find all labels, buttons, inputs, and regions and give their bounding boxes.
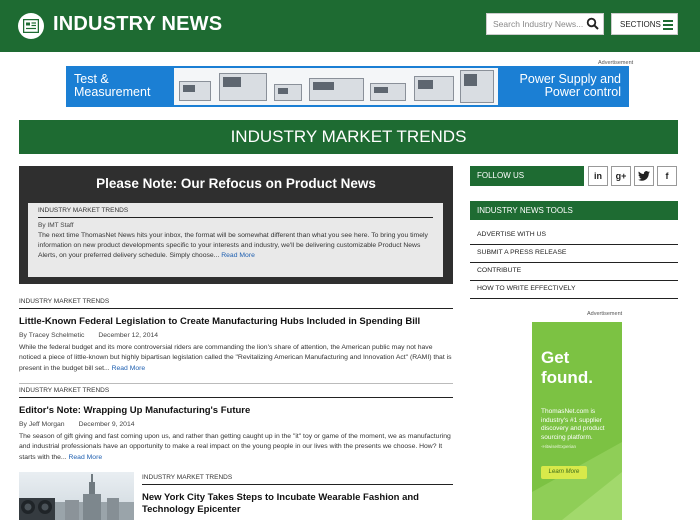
ad-credit: -Hitwise/Experian <box>541 444 577 449</box>
learn-more-button[interactable]: Learn More <box>541 466 587 479</box>
article-summary: While the federal budget and its more co… <box>19 343 453 374</box>
article-headline[interactable]: Little-Known Federal Legislation to Crea… <box>19 316 453 327</box>
ad-label: Advertisement <box>587 311 623 317</box>
article-read-more-link[interactable]: Read More <box>112 365 146 372</box>
article-item: INDUSTRY MARKET TRENDS New York City Tak… <box>142 474 453 515</box>
ad-right-line2: Power control <box>544 85 621 99</box>
article-author: By Tracey Schelmetic <box>19 332 85 339</box>
article-headline[interactable]: Editor's Note: Wrapping Up Manufacturing… <box>19 405 453 416</box>
ad-headline-line1: Get <box>541 348 570 367</box>
article-meta: By Jeff Morgan December 9, 2014 <box>19 421 453 428</box>
note-body: The next time ThomasNet News hits your i… <box>38 231 433 261</box>
news-logo-icon[interactable] <box>18 13 44 39</box>
twitter-icon[interactable] <box>634 166 654 186</box>
article-category[interactable]: INDUSTRY MARKET TRENDS <box>142 474 453 485</box>
note-category[interactable]: INDUSTRY MARKET TRENDS <box>38 207 433 218</box>
ad-text: ThomasNet.com is industry's #1 supplier … <box>541 408 605 441</box>
tool-link-advertise[interactable]: ADVERTISE WITH US <box>470 227 678 245</box>
tools-title: INDUSTRY NEWS TOOLS <box>470 201 678 220</box>
instrument-image <box>460 70 494 103</box>
ad-equipment-image <box>174 68 498 105</box>
facebook-icon[interactable]: f <box>657 166 677 186</box>
site-header: INDUSTRY NEWS SECTIONS <box>0 0 700 52</box>
note-title: Please Note: Our Refocus on Product News <box>96 176 376 191</box>
page-title: INDUSTRY MARKET TRENDS <box>19 120 678 154</box>
instrument-image <box>414 76 454 101</box>
ad-headline: Get found. <box>541 348 593 388</box>
google-plus-icon[interactable]: g+ <box>611 166 631 186</box>
article-read-more-link[interactable]: Read More <box>68 454 102 461</box>
article-headline[interactable]: New York City Takes Steps to Incubate We… <box>142 492 453 515</box>
article-item: INDUSTRY MARKET TRENDS Editor's Note: Wr… <box>19 387 453 463</box>
tool-link-how-to-write[interactable]: HOW TO WRITE EFFECTIVELY <box>470 281 678 299</box>
site-title[interactable]: INDUSTRY NEWS <box>53 13 222 36</box>
instrument-image <box>274 84 302 101</box>
linkedin-icon[interactable]: in <box>588 166 608 186</box>
article-item: INDUSTRY MARKET TRENDS Little-Known Fede… <box>19 298 453 374</box>
ad-headline-line2: found. <box>541 368 593 387</box>
instrument-image <box>179 81 211 101</box>
article-category[interactable]: INDUSTRY MARKET TRENDS <box>19 298 453 309</box>
top-ad-banner[interactable]: Test & Measurement Power Supply and Powe… <box>66 66 629 107</box>
divider <box>19 383 453 384</box>
instrument-image <box>370 83 406 101</box>
hamburger-icon <box>663 20 673 30</box>
note-author: By IMT Staff <box>38 222 74 229</box>
sidebar-ad[interactable]: Get found. ThomasNet.com is industry's #… <box>532 322 622 520</box>
tool-link-contribute[interactable]: CONTRIBUTE <box>470 263 678 281</box>
instrument-image <box>219 73 267 101</box>
search-box <box>486 13 604 35</box>
refocus-note-box: Please Note: Our Refocus on Product News… <box>19 166 453 284</box>
search-input[interactable] <box>487 14 585 34</box>
article-summary: The season of gift giving and fast comin… <box>19 432 453 463</box>
article-meta: By Tracey Schelmetic December 12, 2014 <box>19 332 453 339</box>
article-summary-text: While the federal budget and its more co… <box>19 344 452 372</box>
article-date: December 12, 2014 <box>98 332 159 339</box>
search-icon[interactable] <box>586 17 600 31</box>
ad-left-text: Test & Measurement <box>74 73 150 99</box>
note-read-more-link[interactable]: Read More <box>221 252 255 259</box>
article-date: December 9, 2014 <box>78 421 135 428</box>
article-thumbnail-image[interactable] <box>19 472 134 520</box>
article-category[interactable]: INDUSTRY MARKET TRENDS <box>19 387 453 398</box>
note-content: INDUSTRY MARKET TRENDS By IMT Staff The … <box>28 203 443 277</box>
ad-left-line2: Measurement <box>74 85 151 99</box>
article-author: By Jeff Morgan <box>19 421 65 428</box>
instrument-image <box>309 78 364 101</box>
sections-label: SECTIONS <box>620 20 661 29</box>
sections-menu-button[interactable]: SECTIONS <box>611 13 678 35</box>
tool-link-submit-press-release[interactable]: SUBMIT A PRESS RELEASE <box>470 245 678 263</box>
follow-us-label: FOLLOW US <box>470 166 584 186</box>
ad-right-text: Power Supply and Power control <box>520 73 621 99</box>
